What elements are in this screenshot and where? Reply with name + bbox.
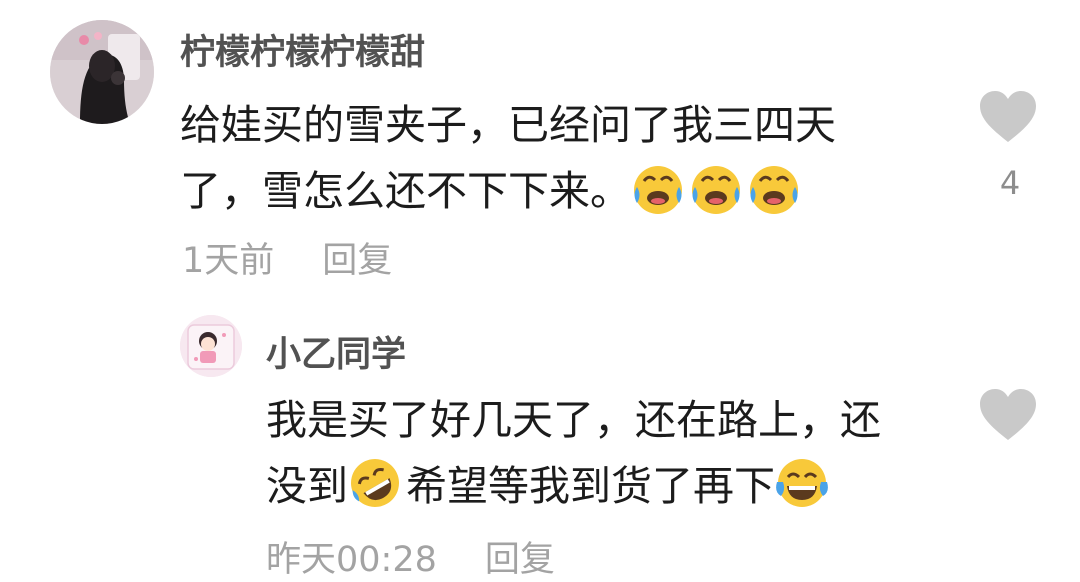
- comment-line-text: 没到: [266, 462, 348, 510]
- comment-line: 给娃买的雪夹子，已经问了我三四天: [180, 101, 836, 149]
- tears-of-joy-emoji: [775, 456, 829, 510]
- reply-avatar[interactable]: [180, 315, 242, 377]
- like-button[interactable]: [978, 388, 1038, 442]
- reply-username[interactable]: 小乙同学: [266, 326, 406, 377]
- comment-line: 没到 希望等我到货了再下: [266, 453, 966, 519]
- like-count: 4: [999, 164, 1021, 202]
- cry-laugh-emoji: [631, 161, 685, 215]
- reply-button[interactable]: 回复: [485, 540, 555, 580]
- reply-button[interactable]: 回复: [322, 241, 392, 281]
- comment-line: 了，雪怎么还不下下来。: [180, 158, 940, 224]
- reply-meta: 昨天00:28 回复: [266, 531, 555, 582]
- heart-icon: [980, 389, 1036, 440]
- comment-line-text: 了，雪怎么还不下下来。: [180, 167, 631, 215]
- heart-icon: [980, 91, 1036, 142]
- cry-laugh-emoji: [689, 161, 743, 215]
- comment-line: 我是买了好几天了，还在路上，还: [266, 396, 881, 444]
- cry-laugh-emoji: [747, 161, 801, 215]
- timestamp: 1天前: [182, 241, 275, 281]
- avatar[interactable]: [50, 20, 154, 124]
- like-button[interactable]: [978, 90, 1038, 144]
- comment-meta: 1天前 回复: [182, 232, 392, 283]
- rofl-emoji: [348, 456, 402, 510]
- comment-text: 给娃买的雪夹子，已经问了我三四天 了，雪怎么还不下下来。: [180, 92, 940, 224]
- comment-line-text: 希望等我到货了再下: [406, 462, 775, 510]
- username[interactable]: 柠檬柠檬柠檬甜: [180, 24, 425, 75]
- timestamp: 昨天00:28: [266, 540, 437, 580]
- reply-text: 我是买了好几天了，还在路上，还 没到 希望等我到货了再下: [266, 387, 966, 519]
